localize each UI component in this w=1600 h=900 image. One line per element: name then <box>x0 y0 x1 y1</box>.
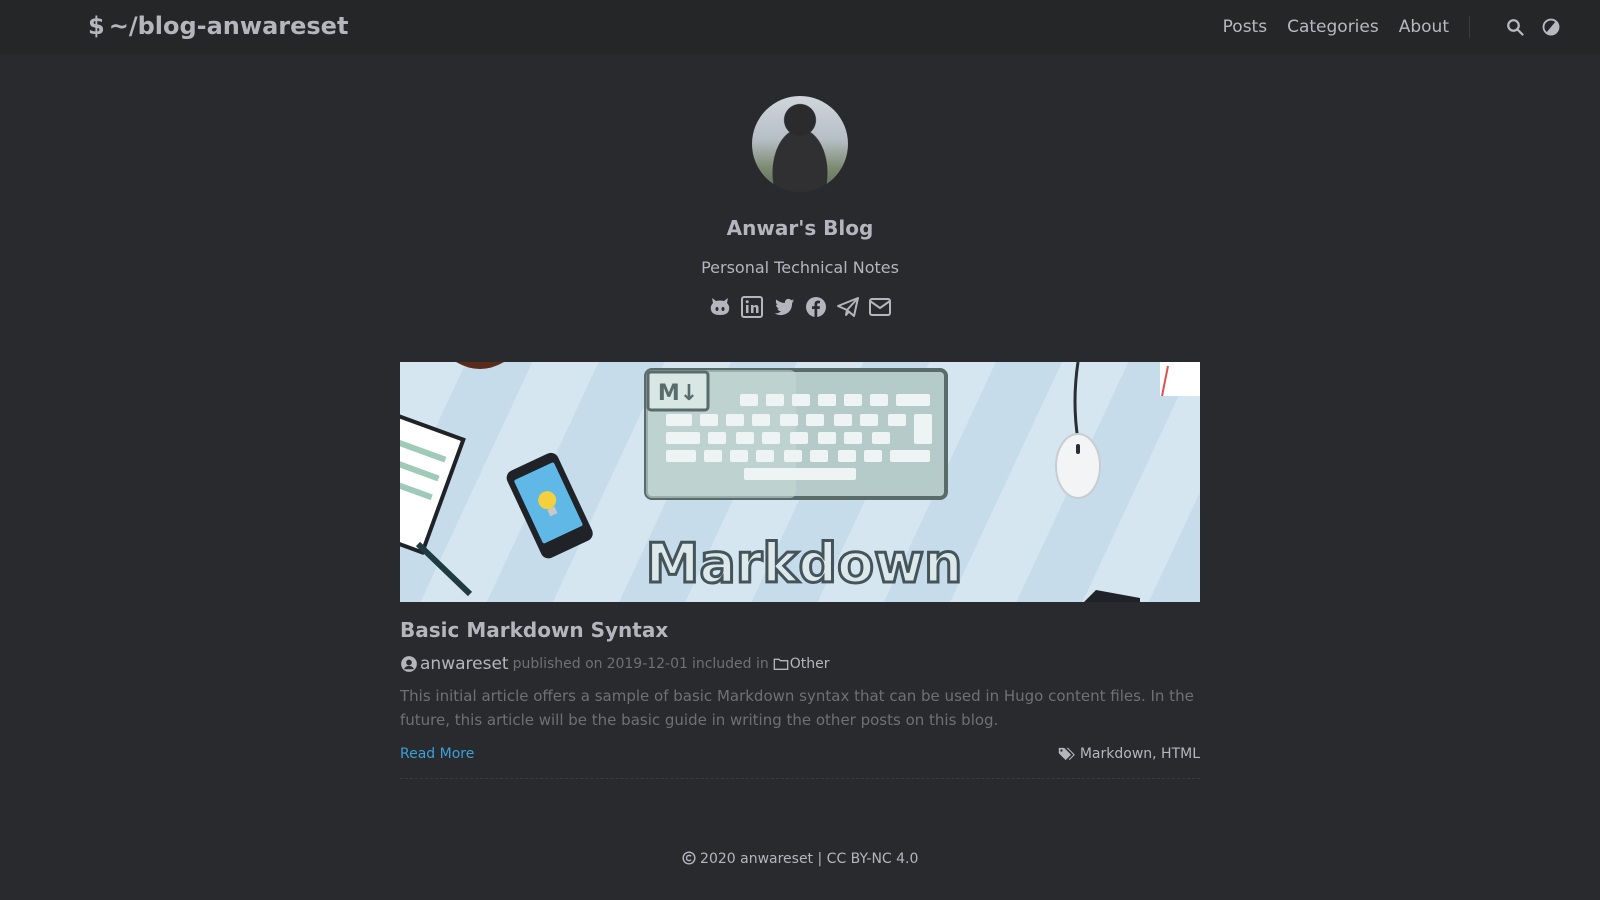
cover-badge: M↓ <box>658 381 698 406</box>
social-links <box>0 295 1600 319</box>
post-category[interactable]: Other <box>773 656 830 672</box>
main-nav: Posts Categories About <box>1203 0 1560 54</box>
cover-title: Markdown <box>646 532 963 595</box>
site-header: $ ~/blog-anwareset Posts Categories Abou… <box>0 0 1600 54</box>
github-icon[interactable] <box>708 295 732 319</box>
nav-categories[interactable]: Categories <box>1287 17 1379 37</box>
post-tags: Markdown, HTML <box>1058 746 1200 762</box>
published-prefix: published on <box>512 656 603 672</box>
post-card: M↓ Markdown Basic Markdown Syntax anware… <box>400 362 1200 779</box>
linkedin-icon[interactable] <box>740 295 764 319</box>
category-label: Other <box>789 656 830 672</box>
read-more-link[interactable]: Read More <box>400 746 474 762</box>
blog-subtitle: Personal Technical Notes <box>701 258 899 277</box>
included-prefix: included in <box>691 656 769 672</box>
post-author[interactable]: anwareset <box>420 654 509 674</box>
post-meta: anwareset published on 2019-12-01 includ… <box>400 654 1200 674</box>
post-date: 2019-12-01 <box>606 656 688 672</box>
tags-list[interactable]: Markdown, HTML <box>1080 746 1200 762</box>
nav-divider <box>1469 16 1470 38</box>
telegram-icon[interactable] <box>836 295 860 319</box>
avatar <box>752 96 848 192</box>
copyright-icon <box>682 851 696 865</box>
site-footer: 2020 anwareset | CC BY-NC 4.0 <box>0 851 1600 867</box>
logo-symbol: $ <box>88 12 105 40</box>
post-cover-image[interactable]: M↓ Markdown <box>400 362 1200 602</box>
tags-icon <box>1058 746 1078 762</box>
facebook-icon[interactable] <box>804 295 828 319</box>
profile-section: Anwar's Blog Personal Technical Notes <box>0 96 1600 319</box>
mail-icon[interactable] <box>868 295 892 319</box>
blog-title: Anwar's Blog <box>726 216 874 240</box>
footer-text: 2020 anwareset | CC BY-NC 4.0 <box>700 851 919 867</box>
logo-text: ~/blog-anwareset <box>108 12 349 40</box>
nav-about[interactable]: About <box>1399 17 1449 37</box>
post-divider <box>400 778 1200 779</box>
cover-illustration: M↓ Markdown <box>400 362 1200 602</box>
search-icon[interactable] <box>1506 18 1524 36</box>
user-icon <box>400 655 418 673</box>
theme-toggle-icon[interactable] <box>1542 18 1560 36</box>
folder-icon <box>773 657 789 671</box>
post-title[interactable]: Basic Markdown Syntax <box>400 618 1200 642</box>
site-logo[interactable]: $ ~/blog-anwareset <box>88 12 348 40</box>
post-summary: This initial article offers a sample of … <box>400 687 1194 729</box>
twitter-icon[interactable] <box>772 295 796 319</box>
nav-posts[interactable]: Posts <box>1223 17 1267 37</box>
post-footer: Read More Markdown, HTML <box>400 742 1200 766</box>
